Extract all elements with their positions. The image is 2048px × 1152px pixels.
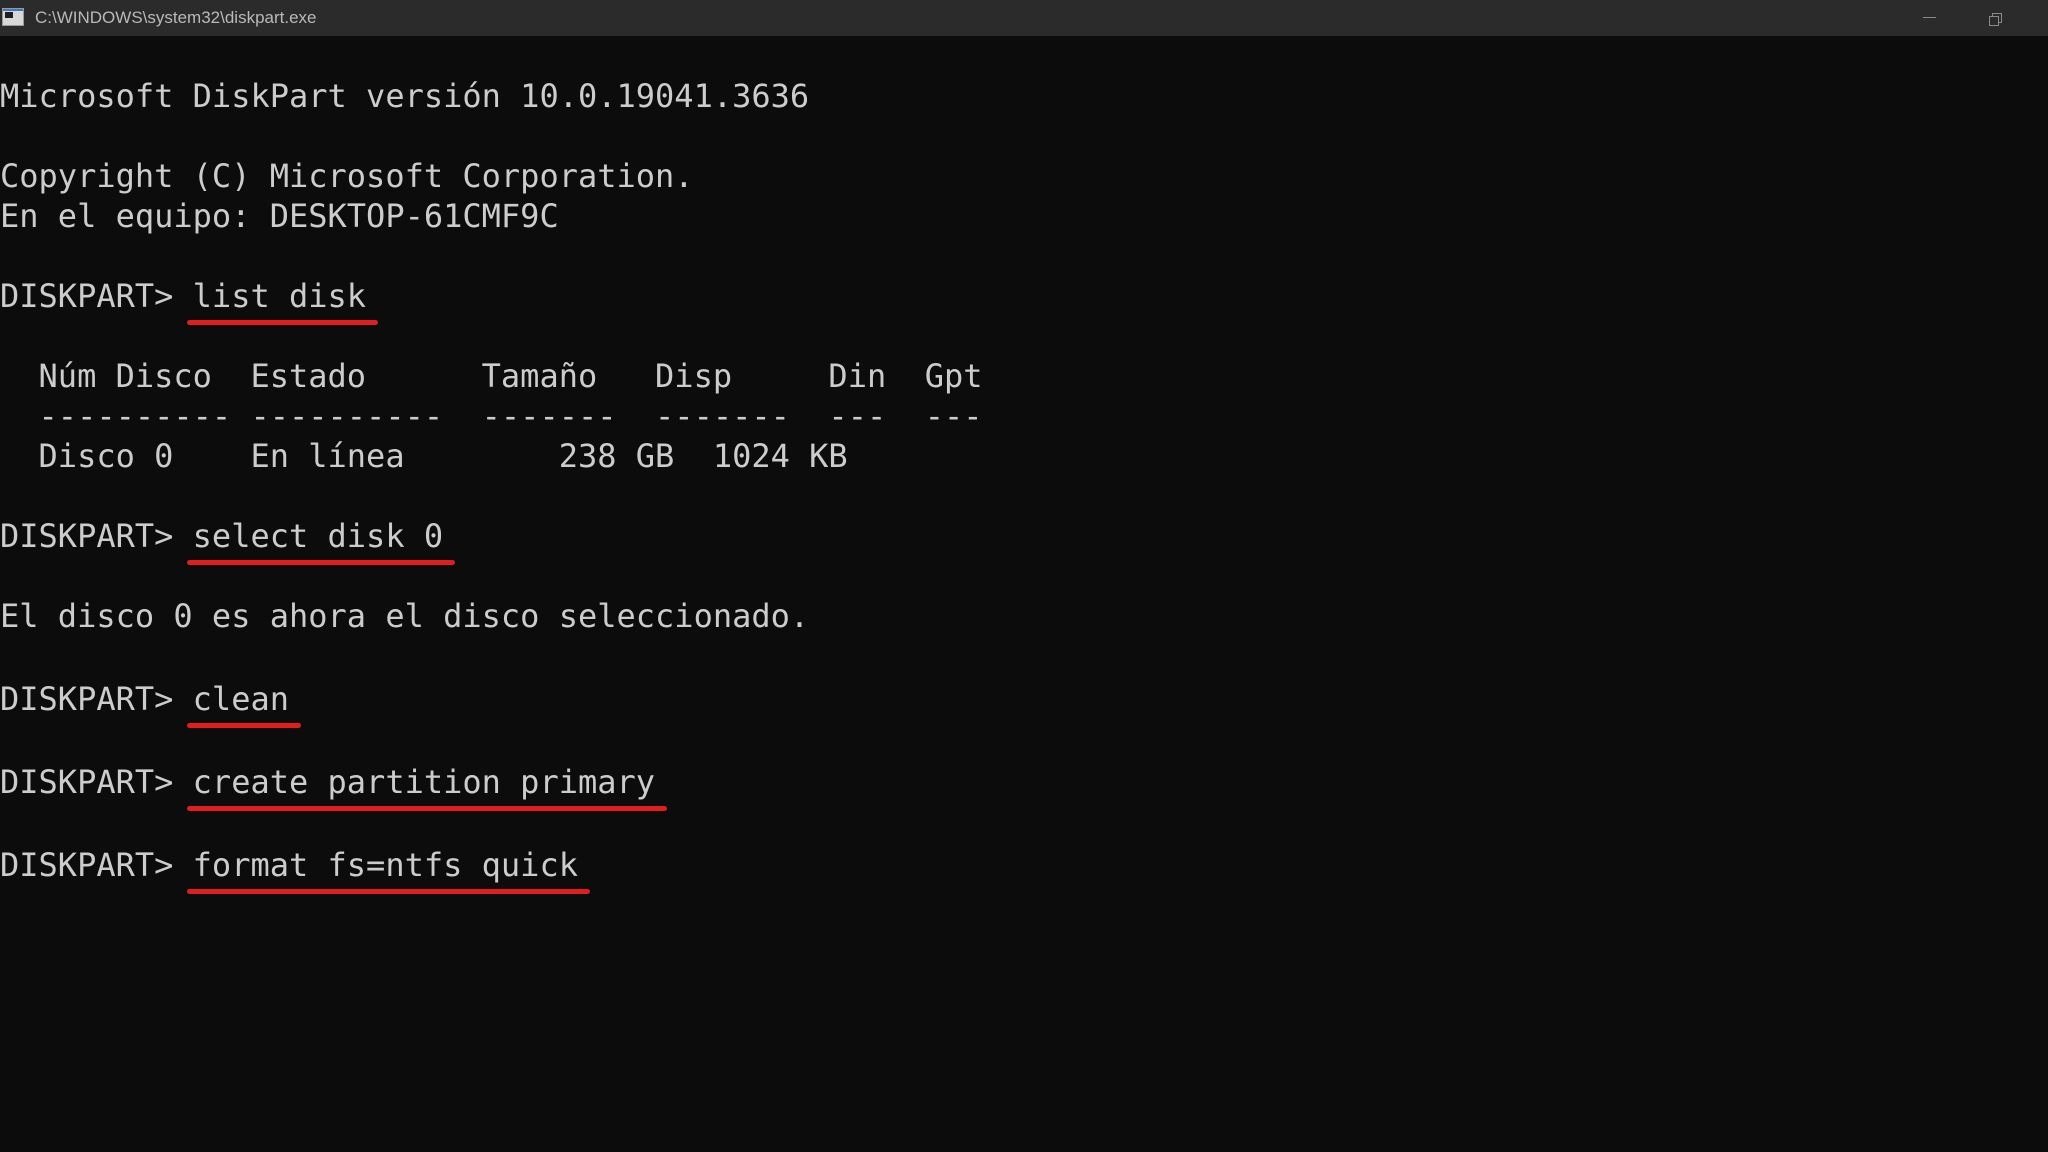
command-text: create partition primary xyxy=(192,763,656,801)
highlight-underline xyxy=(186,320,379,325)
disk-table-row: Disco 0 En línea 238 GB 1024 KB xyxy=(0,437,848,475)
select-result-message: El disco 0 es ahora el disco seleccionad… xyxy=(0,597,810,635)
command-text: select disk 0 xyxy=(192,517,444,555)
command-select-disk: select disk 0 xyxy=(186,516,456,565)
console-app-icon[interactable] xyxy=(2,8,24,26)
prompt: DISKPART> xyxy=(0,680,193,718)
command-create-partition: create partition primary xyxy=(186,762,668,811)
command-text: list disk xyxy=(192,277,367,315)
command-line-format: DISKPART> format fs=ntfs quick xyxy=(0,845,590,894)
prompt: DISKPART> xyxy=(0,846,193,884)
highlight-underline xyxy=(186,806,668,811)
title-bar[interactable]: C:\WINDOWS\system32\diskpart.exe xyxy=(0,0,2048,36)
computer-line: En el equipo: DESKTOP-61CMF9C xyxy=(0,197,559,235)
restore-button[interactable] xyxy=(1966,0,2028,36)
copyright-line: Copyright (C) Microsoft Corporation. xyxy=(0,157,694,195)
restore-icon-front xyxy=(1989,16,1999,26)
prompt: DISKPART> xyxy=(0,517,193,555)
prompt: DISKPART> xyxy=(0,277,193,315)
console-output[interactable]: Microsoft DiskPart versión 10.0.19041.36… xyxy=(0,36,2048,1152)
command-clean: clean xyxy=(186,679,301,728)
command-line-create-partition: DISKPART> create partition primary xyxy=(0,762,668,811)
command-line-list-disk: DISKPART> list disk xyxy=(0,276,379,325)
window-title: C:\WINDOWS\system32\diskpart.exe xyxy=(35,8,317,27)
command-list-disk: list disk xyxy=(186,276,379,325)
disk-table-header: Núm Disco Estado Tamaño Disp Din Gpt xyxy=(0,357,983,395)
version-line: Microsoft DiskPart versión 10.0.19041.36… xyxy=(0,77,810,115)
highlight-underline xyxy=(186,889,590,894)
command-text: format fs=ntfs quick xyxy=(192,846,578,884)
command-format: format fs=ntfs quick xyxy=(186,845,590,894)
highlight-underline xyxy=(186,560,456,565)
disk-table-separator: ---------- ---------- ------- ------- --… xyxy=(0,397,983,435)
diskpart-window: C:\WINDOWS\system32\diskpart.exe Microso… xyxy=(0,0,2048,1152)
highlight-underline xyxy=(186,723,301,728)
minimize-button[interactable] xyxy=(1898,0,1960,36)
command-text: clean xyxy=(192,680,289,718)
command-line-clean: DISKPART> clean xyxy=(0,679,301,728)
command-line-select-disk: DISKPART> select disk 0 xyxy=(0,516,456,565)
prompt: DISKPART> xyxy=(0,763,193,801)
